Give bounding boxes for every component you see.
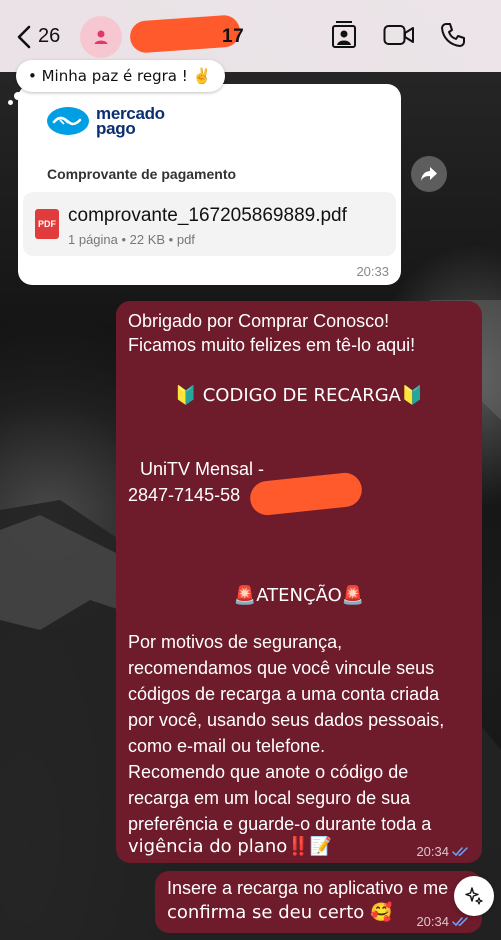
message-line: recomendamos que você vincule seus [128, 658, 435, 678]
message-line: por você, usando seus dados pessoais, [128, 710, 445, 730]
double-check-icon [452, 846, 468, 856]
message-time: 20:33 [356, 264, 389, 279]
message-line: Insere a recarga no aplicativo e me [167, 878, 449, 898]
message-line: confirma se deu certo 🥰 [167, 902, 393, 923]
pdf-attachment[interactable]: PDF comprovante_167205869889.pdf 1 págin… [23, 192, 396, 256]
message-line: como e-mail ou telefone. [128, 736, 326, 756]
incoming-document-message[interactable]: mercado pago Comprovante de pagamento PD… [18, 84, 401, 285]
message-line: Ficamos muito felizes em tê-lo aqui! [128, 335, 416, 355]
back-chevron-icon[interactable] [10, 20, 40, 54]
file-name[interactable]: comprovante_167205869889.pdf [68, 205, 347, 227]
unread-count[interactable]: 26 [38, 25, 60, 48]
outgoing-message-recharge-code[interactable]: Obrigado por Comprar Conosco! Ficamos mu… [116, 301, 482, 863]
document-heading: Comprovante de pagamento [47, 166, 237, 182]
status-bubble[interactable]: • Minha paz é regra ! ✌️ [16, 60, 226, 92]
contact-card-icon[interactable] [330, 20, 358, 50]
attention-title: 🚨ATENÇÃO🚨 [233, 585, 365, 606]
recharge-code[interactable]: 2847-7145-58 [128, 485, 240, 506]
product-name: UniTV Mensal - [140, 459, 265, 479]
time-text: 20:34 [416, 844, 449, 859]
status-bubble-tail-dot [8, 100, 13, 105]
message-time: 20:34 [416, 914, 470, 929]
phone-icon[interactable] [440, 22, 466, 48]
message-line: vigência do plano‼️📝 [128, 836, 333, 857]
mercado-pago-logo: mercado pago [46, 105, 165, 138]
message-line: códigos de recarga a uma conta criada [128, 684, 440, 704]
time-text: 20:34 [416, 914, 449, 929]
outgoing-message-confirm[interactable]: Insere a recarga no aplicativo e me conf… [155, 871, 482, 933]
handshake-icon [47, 107, 89, 135]
brand-line-2: pago [96, 119, 136, 138]
double-check-icon [452, 916, 468, 926]
message-line: preferência e guarde-o durante toda a [128, 814, 432, 834]
code-title: 🔰 CODIGO DE RECARGA🔰 [174, 385, 424, 406]
message-line: Obrigado por Comprar Conosco! [128, 311, 390, 331]
pdf-file-icon: PDF [35, 209, 59, 239]
file-meta: 1 página • 22 KB • pdf [68, 232, 195, 247]
avatar[interactable] [80, 16, 122, 58]
ai-assist-button[interactable] [454, 876, 494, 916]
sparkle-icon [465, 887, 483, 905]
forward-arrow-icon [421, 167, 437, 181]
status-text: • Minha paz é regra ! ✌️ [28, 67, 212, 85]
contact-name[interactable]: 17 [222, 26, 244, 48]
person-icon [94, 30, 108, 44]
message-line: Por motivos de segurança, [128, 632, 343, 652]
message-line: Recomendo que anote o código de [128, 762, 409, 782]
status-bubble-tail [14, 92, 22, 100]
message-time: 20:34 [416, 844, 470, 859]
video-call-icon[interactable] [383, 24, 415, 46]
message-line: recarga em um local seguro de sua [128, 788, 411, 808]
forward-button[interactable] [411, 156, 447, 192]
